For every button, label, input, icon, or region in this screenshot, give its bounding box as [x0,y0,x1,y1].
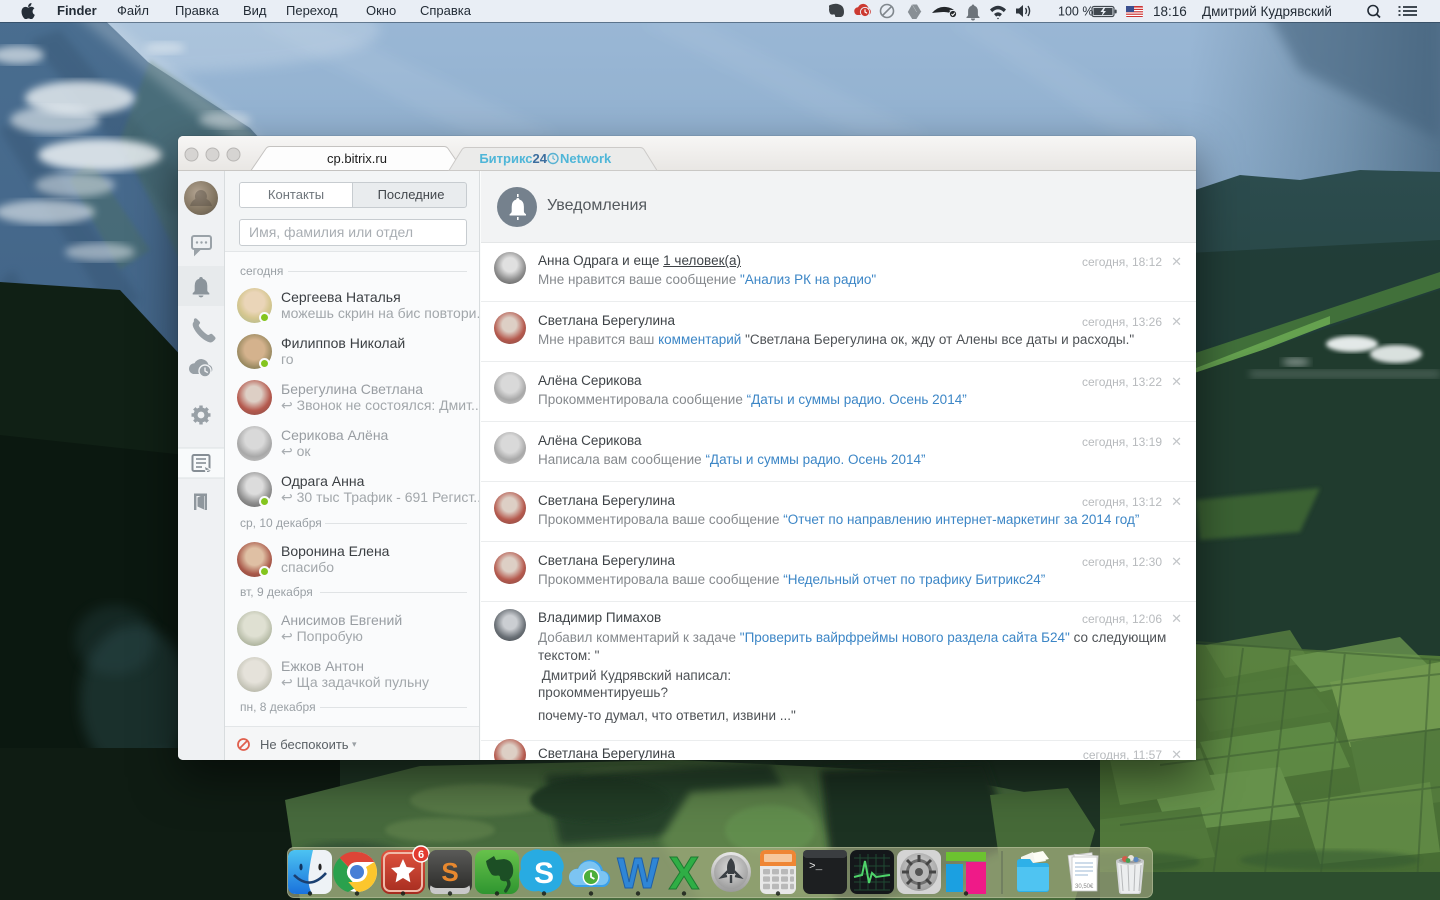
svg-text:Network: Network [560,151,612,166]
svg-text:S: S [441,857,458,887]
svg-text:Дмитрий Кудрявский: Дмитрий Кудрявский [1202,4,1332,19]
svg-text:Битрикс24: Битрикс24 [479,151,547,166]
svg-text:30,50€: 30,50€ [1075,884,1094,890]
svg-text:S: S [534,857,554,890]
svg-text:cp.bitrix.ru: cp.bitrix.ru [327,151,387,166]
svg-text:W: W [617,849,659,898]
svg-text:18:16: 18:16 [1153,4,1187,19]
svg-text:>_: >_ [809,861,823,873]
svg-text:6: 6 [418,849,424,861]
svg-text:X: X [669,847,700,899]
svg-text:100 %: 100 % [1058,5,1093,19]
